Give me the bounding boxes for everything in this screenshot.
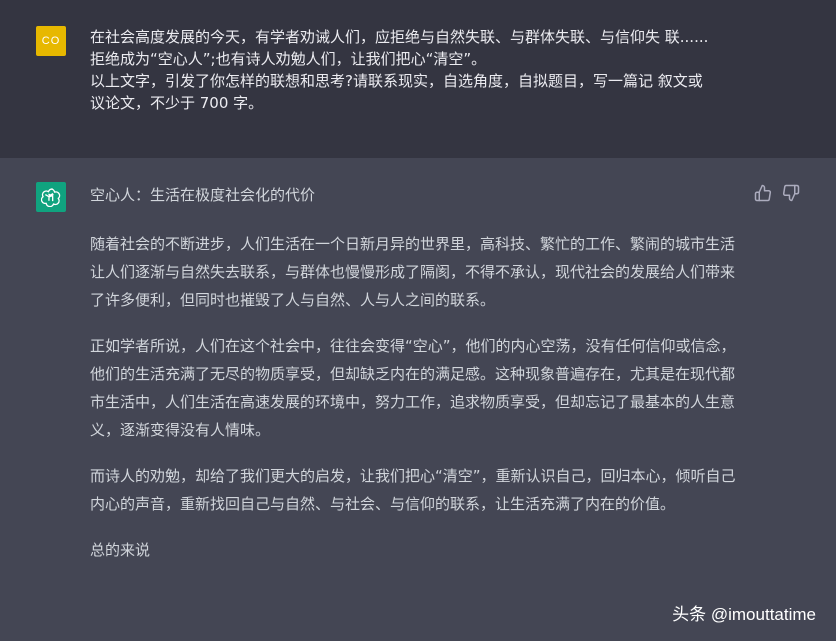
reply-paragraph: 随着社会的不断进步，人们生活在一个日新月异的世界里，高科技、繁忙的工作、繁闹的城…: [90, 235, 736, 309]
user-message-line: 议论文，不少于 700 字。: [90, 94, 264, 112]
reply-paragraph: 正如学者所说，人们在这个社会中，往往会变得“空心”，他们的内心空荡，没有任何信仰…: [90, 337, 736, 439]
watermark: 头条 @imouttatime: [672, 605, 816, 624]
thumbs-down-icon[interactable]: [782, 184, 800, 202]
reply-paragraph: 而诗人的劝勉，却给了我们更大的启发，让我们把心“清空”，重新认识自己，回归本心，…: [90, 467, 736, 513]
openai-logo-icon: [36, 182, 66, 212]
user-message-line: 拒绝成为“空心人”;也有诗人劝勉人们，让我们把心“清空”。: [90, 50, 487, 68]
user-message-text: 在社会高度发展的今天，有学者劝诫人们，应拒绝与自然失联、与群体失联、与信仰失 联…: [90, 26, 760, 114]
user-message-line: 以上文字，引发了你怎样的联想和思考?请联系现实，自选角度，自拟题目，写一篇记 叙…: [90, 72, 703, 90]
thumbs-up-icon[interactable]: [754, 184, 772, 202]
reply-body: 随着社会的不断进步，人们生活在一个日新月异的世界里，高科技、繁忙的工作、繁闹的城…: [90, 230, 748, 582]
reply-title: 空心人：生活在极度社会化的代价: [90, 186, 316, 204]
user-message-line: 在社会高度发展的今天，有学者劝诫人们，应拒绝与自然失联、与群体失联、与信仰失 联…: [90, 28, 709, 46]
reply-paragraph: 总的来说: [90, 541, 151, 559]
user-avatar: CO: [36, 26, 66, 56]
